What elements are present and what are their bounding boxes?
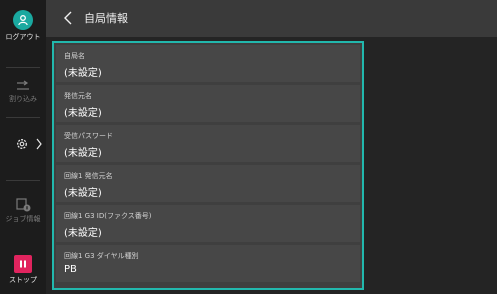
- item-label: 受信パスワード: [64, 132, 113, 140]
- header-bar: 自局情報: [46, 0, 497, 37]
- item-value: (未設定): [64, 228, 102, 239]
- list-item-station-name[interactable]: 自局名 (未設定): [56, 45, 360, 82]
- back-button[interactable]: [58, 8, 78, 28]
- stop-button[interactable]: ストップ: [0, 255, 46, 285]
- empty-side-area: [368, 37, 497, 294]
- item-value: (未設定): [64, 148, 102, 159]
- item-value: (未設定): [64, 68, 102, 79]
- item-label: 回線1 G3 ダイヤル種別: [64, 252, 139, 260]
- back-arrow-icon: [64, 11, 72, 25]
- item-value: PB: [64, 264, 77, 275]
- item-label: 回線1 G3 ID(ファクス番号): [64, 212, 152, 220]
- item-label: 自局名: [64, 52, 85, 60]
- item-value: (未設定): [64, 188, 102, 199]
- item-value: (未設定): [64, 108, 102, 119]
- rail-divider: [6, 67, 40, 68]
- settings-gear-icon: [17, 139, 27, 149]
- page-title: 自局情報: [84, 12, 128, 25]
- interrupt-label: 割り込み: [9, 95, 37, 103]
- rail-divider: [6, 117, 40, 118]
- stop-icon: [14, 255, 32, 273]
- item-label: 回線1 発信元名: [64, 172, 113, 180]
- stop-label: ストップ: [9, 276, 37, 284]
- chevron-right-icon: [36, 138, 42, 150]
- logout-icon: [13, 10, 33, 30]
- logout-button[interactable]: ログアウト: [0, 10, 46, 42]
- logout-label: ログアウト: [5, 33, 41, 41]
- list-item-line1-g3-id[interactable]: 回線1 G3 ID(ファクス番号) (未設定): [56, 205, 360, 242]
- interrupt-icon: [17, 80, 29, 90]
- item-label: 発信元名: [64, 92, 92, 100]
- job-info-icon: [16, 198, 31, 212]
- side-rail: ログアウト 割り込み ジョブ情報 ストップ: [0, 0, 46, 294]
- settings-list[interactable]: 自局名 (未設定) 発信元名 (未設定) 受信パスワード (未設定) 回線1 発…: [52, 41, 364, 290]
- list-item-sender-name[interactable]: 発信元名 (未設定): [56, 85, 360, 122]
- list-item-receive-password[interactable]: 受信パスワード (未設定): [56, 125, 360, 162]
- job-info-button[interactable]: ジョブ情報: [0, 196, 46, 224]
- job-info-label: ジョブ情報: [5, 215, 41, 223]
- rail-divider: [6, 180, 40, 181]
- interrupt-button[interactable]: 割り込み: [0, 80, 46, 104]
- list-item-line1-g3-dial-type[interactable]: 回線1 G3 ダイヤル種別 PB: [56, 245, 360, 282]
- list-item-line1-sender-name[interactable]: 回線1 発信元名 (未設定): [56, 165, 360, 202]
